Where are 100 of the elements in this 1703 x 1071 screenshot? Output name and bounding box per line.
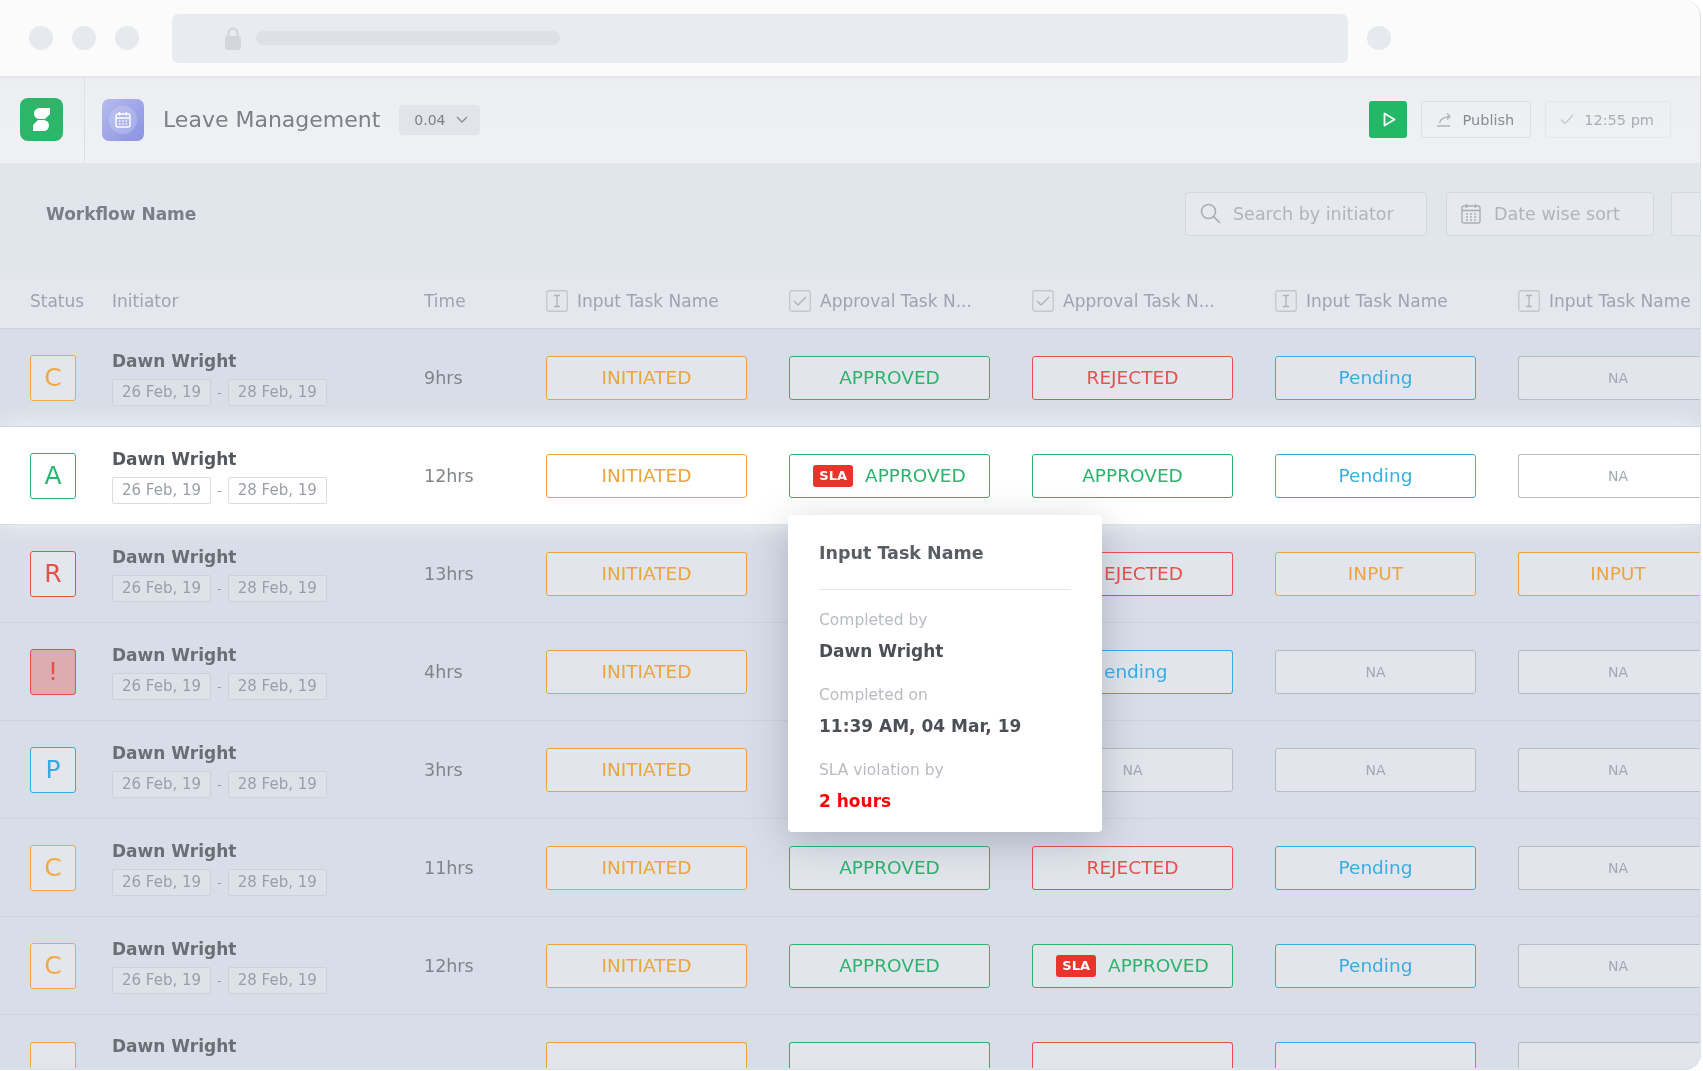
- date-separator: -: [217, 384, 222, 400]
- status-badge: P: [30, 746, 76, 793]
- address-bar[interactable]: [172, 13, 1348, 63]
- task-status-tag[interactable]: [789, 1042, 990, 1068]
- chevron-down-icon: [455, 116, 468, 123]
- logo-icon[interactable]: [20, 98, 63, 141]
- publish-button[interactable]: Publish: [1420, 101, 1532, 138]
- date-chip: 26 Feb, 19: [112, 378, 212, 406]
- initiator-name: Dawn Wright: [112, 447, 237, 470]
- task-status-tag[interactable]: NA: [1518, 453, 1700, 498]
- date-chip: 28 Feb, 19: [227, 378, 327, 406]
- task-status-tag[interactable]: NA: [1275, 649, 1476, 694]
- initiator-name: Dawn Wright: [112, 1035, 237, 1057]
- share-icon: [1435, 112, 1453, 127]
- checkbox-icon: [1032, 289, 1054, 312]
- toolbar-button[interactable]: [1671, 192, 1700, 236]
- task-status-tag[interactable]: ending: [1101, 649, 1233, 694]
- column-header: Status: [30, 290, 85, 311]
- duration-text: 3hrs: [424, 759, 463, 780]
- duration-text: 12hrs: [424, 955, 474, 976]
- status-badge: C: [30, 844, 76, 891]
- task-status-tag[interactable]: APPROVED: [789, 845, 990, 890]
- task-status-tag[interactable]: NA: [1518, 355, 1700, 400]
- text-input-icon: [546, 289, 568, 312]
- text-input-icon: [1518, 289, 1540, 312]
- play-icon: [1382, 112, 1396, 127]
- field-value: 11:39 AM, 04 Mar, 19: [819, 715, 1022, 737]
- task-status-tag[interactable]: [1275, 1042, 1476, 1068]
- initiator-name: Dawn Wright: [112, 545, 237, 568]
- status-badge: C: [30, 942, 76, 989]
- date-chip: 28 Feb, 19: [227, 868, 327, 896]
- task-status-tag[interactable]: APPROVED: [789, 355, 990, 400]
- task-status-tag[interactable]: [1032, 1042, 1233, 1068]
- date-chip: 26 Feb, 19: [112, 476, 212, 504]
- task-status-tag[interactable]: APPROVED: [789, 943, 990, 988]
- table-row[interactable]: Dawn Wright: [0, 1014, 1700, 1069]
- date-separator: -: [217, 482, 222, 498]
- field-label: Completed by: [819, 611, 928, 630]
- duration-text: 4hrs: [424, 661, 463, 682]
- date-chip: 26 Feb, 19: [112, 770, 212, 798]
- task-status-tag[interactable]: SLA APPROVED: [789, 453, 990, 498]
- app-title: Leave Management: [163, 107, 381, 132]
- column-header: Initiator: [112, 290, 179, 311]
- task-status-tag[interactable]: INITIATED: [546, 747, 747, 792]
- date-separator: -: [217, 874, 222, 890]
- workflow-name-label: Workflow Name: [46, 204, 197, 224]
- task-status-tag[interactable]: APPROVED: [1032, 453, 1233, 498]
- task-status-tag[interactable]: INITIATED: [546, 551, 747, 596]
- initiator-name: Dawn Wright: [112, 937, 237, 960]
- task-status-tag[interactable]: NA: [1518, 943, 1700, 988]
- duration-text: 9hrs: [424, 367, 463, 388]
- task-status-tag[interactable]: INPUT: [1518, 551, 1700, 596]
- task-status-tag[interactable]: Pending: [1275, 845, 1476, 890]
- version-dropdown[interactable]: 0.04: [399, 104, 480, 135]
- task-status-tag[interactable]: SLA APPROVED: [1032, 943, 1233, 988]
- task-status-tag[interactable]: INITIATED: [546, 453, 747, 498]
- initiator-name: Dawn Wright: [112, 643, 237, 666]
- search-icon: [1200, 203, 1221, 224]
- column-header: Input Task Name: [1549, 290, 1691, 311]
- task-status-tag[interactable]: Pending: [1275, 943, 1476, 988]
- task-status-tag[interactable]: NA: [1518, 845, 1700, 890]
- status-badge: A: [30, 452, 76, 499]
- date-separator: -: [217, 972, 222, 988]
- tooltip-title: Input Task Name: [819, 542, 984, 564]
- task-status-tag[interactable]: REJECTED: [1032, 355, 1233, 400]
- task-status-tag[interactable]: Pending: [1275, 453, 1476, 498]
- task-status-tag[interactable]: EJECTED: [1101, 551, 1233, 596]
- task-status-tag[interactable]: NA: [1275, 747, 1476, 792]
- table-row[interactable]: A Dawn Wright 26 Feb, 19 - 28 Feb, 19 12hrs INITIATED SLA APPROVED APPROVED Pending NA: [0, 426, 1700, 524]
- duration-text: 11hrs: [424, 857, 474, 878]
- task-status-tag[interactable]: INITIATED: [546, 943, 747, 988]
- play-button[interactable]: [1368, 101, 1407, 138]
- task-status-tag[interactable]: INITIATED: [546, 649, 747, 694]
- check-icon: [1560, 114, 1575, 125]
- status-badge: R: [30, 550, 76, 597]
- task-status-tag[interactable]: INITIATED: [546, 845, 747, 890]
- task-status-tag[interactable]: REJECTED: [1032, 845, 1233, 890]
- column-header: Input Task Name: [1306, 290, 1448, 311]
- task-status-tag[interactable]: [1518, 1042, 1700, 1068]
- status-badge: C: [30, 354, 76, 401]
- date-chip: 26 Feb, 19: [112, 574, 212, 602]
- task-status-tag[interactable]: NA: [1518, 649, 1700, 694]
- initiator-name: Dawn Wright: [112, 741, 237, 764]
- date-chip: 28 Feb, 19: [227, 672, 327, 700]
- duration-text: 13hrs: [424, 563, 474, 584]
- task-status-tag[interactable]: NA: [1518, 747, 1700, 792]
- column-header: Approval Task N...: [1063, 290, 1215, 311]
- date-chip: 28 Feb, 19: [227, 574, 327, 602]
- sla-flag: SLA: [1056, 954, 1097, 977]
- task-status-tag[interactable]: Pending: [1275, 355, 1476, 400]
- duration-text: 12hrs: [424, 465, 474, 486]
- checkbox-icon: [789, 289, 811, 312]
- date-chip: 28 Feb, 19: [227, 770, 327, 798]
- task-status-tag[interactable]: INITIATED: [546, 355, 747, 400]
- task-status-tag[interactable]: INPUT: [1275, 551, 1476, 596]
- calendar-app-icon: [102, 98, 144, 141]
- task-status-tag[interactable]: [546, 1042, 747, 1068]
- field-label: Completed on: [819, 686, 928, 705]
- date-separator: -: [217, 776, 222, 792]
- initiator-name: Dawn Wright: [112, 349, 237, 372]
